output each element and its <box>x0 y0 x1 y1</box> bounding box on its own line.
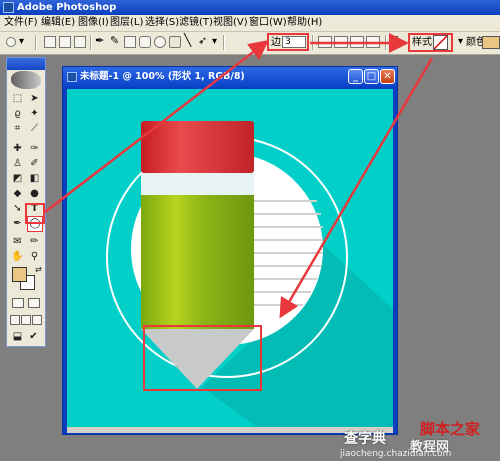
link-icon[interactable]: ♜ <box>390 35 400 47</box>
separator <box>385 35 387 50</box>
rounded-rectangle-tool-icon[interactable] <box>139 36 151 48</box>
document-title: 未标题-1 @ 100% (形状 1, RGB/8) <box>80 71 245 82</box>
pencil-eraser <box>141 121 254 173</box>
healing-brush-icon[interactable]: ✚ <box>11 142 24 155</box>
polygon-tool-icon[interactable] <box>169 36 181 48</box>
lasso-tool-icon[interactable]: ϱ <box>11 107 24 120</box>
foreground-color-swatch[interactable] <box>12 267 27 282</box>
style-dropdown-icon[interactable]: ▾ <box>458 36 463 48</box>
shape-layers-button[interactable] <box>44 36 56 48</box>
maximize-button[interactable]: □ <box>364 69 379 84</box>
line-tool-icon[interactable]: ╲ <box>184 34 191 46</box>
separator <box>312 35 314 50</box>
app-title-bar: Adobe Photoshop <box>0 0 500 15</box>
document-window: 未标题-1 @ 100% (形状 1, RGB/8) _ □ ✕ <box>62 66 398 435</box>
preset-arrow-icon[interactable]: ▾ <box>19 36 24 48</box>
screen-mode-full-button[interactable] <box>32 315 42 325</box>
jump-to-icon[interactable]: ✔ <box>27 330 40 343</box>
shape-dropdown-icon[interactable]: ▾ <box>212 36 217 48</box>
combine-intersect-button[interactable] <box>350 36 364 48</box>
combine-add-button[interactable] <box>318 36 332 48</box>
pen-tool-icon[interactable]: ✒ <box>95 35 104 47</box>
separator <box>35 35 37 50</box>
zoom-tool-icon[interactable]: ⚲ <box>28 250 41 263</box>
highlight-box-ellipse-tool <box>25 203 45 224</box>
tool-preset-icon[interactable] <box>6 37 16 47</box>
freeform-pen-icon[interactable]: ✎ <box>110 35 119 47</box>
path-selection-icon[interactable]: ➘ <box>11 202 24 215</box>
menu-view[interactable]: 视图(V) <box>213 17 248 29</box>
toolbox: ⬚ ➤ ϱ ✦ ⌗ ⟋ ✚ ✑ ♙ ✐ ◩ ◧ ◆ ● ➘ T ✒ ◯ ✉ ✏ … <box>6 57 46 347</box>
watermark-url: jiaocheng.chazidian.com <box>340 449 452 459</box>
eraser-tool-icon[interactable]: ◩ <box>11 172 24 185</box>
screen-mode-menu-button[interactable] <box>21 315 31 325</box>
app-title: Adobe Photoshop <box>17 2 117 13</box>
menu-help[interactable]: 帮助(H) <box>287 17 322 29</box>
pencil-band <box>141 173 254 195</box>
canvas[interactable] <box>67 89 393 427</box>
photoshop-icon <box>3 2 14 13</box>
eyedropper-icon[interactable]: ✏ <box>28 235 41 248</box>
options-bar: ▾ ✒ ✎ ╲ ➶ ▾ 边: 3 ♜ 样式: ▾ 颜色: <box>0 32 500 55</box>
crop-tool-icon[interactable]: ⌗ <box>11 122 24 135</box>
pen-tool-icon[interactable]: ✒ <box>11 217 24 230</box>
close-button[interactable]: ✕ <box>380 69 395 84</box>
menu-select[interactable]: 选择(S) <box>145 17 179 29</box>
ellipse-tool-icon[interactable] <box>154 36 166 48</box>
combine-subtract-button[interactable] <box>334 36 348 48</box>
watermark-line1: 查字典 <box>344 431 386 447</box>
menu-image[interactable]: 图像(I) <box>78 17 109 29</box>
minimize-button[interactable]: _ <box>348 69 363 84</box>
photoshop-feather-logo[interactable] <box>11 71 41 89</box>
document-icon <box>67 72 77 82</box>
swap-colors-icon[interactable]: ⇄ <box>32 263 45 276</box>
paths-button[interactable] <box>59 36 71 48</box>
blur-tool-icon[interactable]: ◆ <box>11 187 24 200</box>
highlight-box-style <box>408 33 453 52</box>
rectangle-tool-icon[interactable] <box>124 36 136 48</box>
highlight-box-radius <box>267 33 309 51</box>
hand-tool-icon[interactable]: ✋ <box>11 250 24 263</box>
pencil-body <box>141 195 254 329</box>
clone-stamp-icon[interactable]: ♙ <box>11 157 24 170</box>
menu-window[interactable]: 窗口(W) <box>249 17 287 29</box>
gradient-tool-icon[interactable]: ◧ <box>28 172 41 185</box>
move-tool-icon[interactable]: ➤ <box>28 92 41 105</box>
imageready-icon[interactable]: ⬓ <box>11 330 24 343</box>
magic-wand-icon[interactable]: ✦ <box>28 107 41 120</box>
separator <box>90 35 92 50</box>
marquee-tool-icon[interactable]: ⬚ <box>11 92 24 105</box>
slice-tool-icon[interactable]: ⟋ <box>28 122 41 135</box>
standard-mode-button[interactable] <box>12 298 24 308</box>
menu-layer[interactable]: 图层(L) <box>110 17 143 29</box>
separator <box>223 35 225 50</box>
menu-file[interactable]: 文件(F) <box>4 17 38 29</box>
toolbox-header[interactable] <box>7 58 45 70</box>
menu-bar: 文件(F) 编辑(E) 图像(I) 图层(L) 选择(S) 滤镜(T) 视图(V… <box>0 15 500 32</box>
color-swatch[interactable] <box>482 36 500 49</box>
screen-mode-standard-button[interactable] <box>10 315 20 325</box>
fill-pixels-button[interactable] <box>74 36 86 48</box>
document-title-bar[interactable]: 未标题-1 @ 100% (形状 1, RGB/8) <box>63 67 397 87</box>
menu-edit[interactable]: 编辑(E) <box>41 17 75 29</box>
quick-mask-button[interactable] <box>28 298 40 308</box>
notes-tool-icon[interactable]: ✉ <box>11 235 24 248</box>
dodge-tool-icon[interactable]: ● <box>28 187 41 200</box>
pencil-icon-artwork <box>106 121 393 427</box>
custom-shape-icon[interactable]: ➶ <box>198 35 207 47</box>
combine-exclude-button[interactable] <box>366 36 380 48</box>
history-brush-icon[interactable]: ✐ <box>28 157 41 170</box>
brush-tool-icon[interactable]: ✑ <box>28 142 41 155</box>
menu-filter[interactable]: 滤镜(T) <box>179 17 213 29</box>
